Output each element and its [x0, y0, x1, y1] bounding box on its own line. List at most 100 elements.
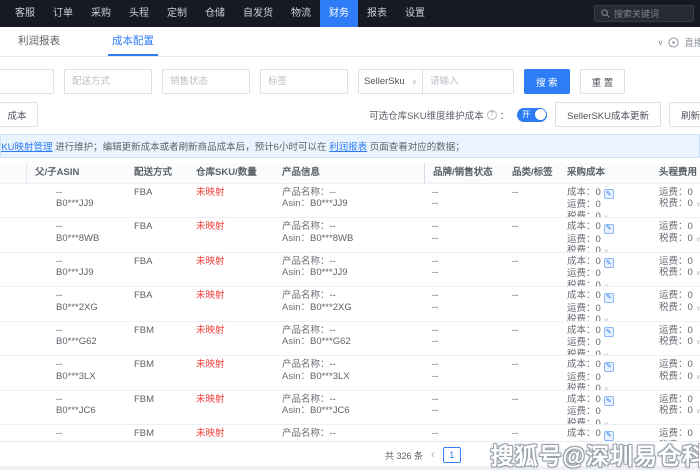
nav-item-warehouse[interactable]: 仓储: [196, 0, 234, 27]
cost-tax-value: 0: [595, 348, 601, 356]
page-number-1[interactable]: 1: [442, 447, 461, 463]
nav-item-procurement[interactable]: 采购: [82, 0, 120, 27]
sku-mapping-management-link[interactable]: SKU映射管理: [1, 139, 53, 153]
freight-label: 运费：: [659, 290, 688, 301]
chevron-down-icon[interactable]: ∨: [604, 317, 609, 321]
row-checkbox-cell: [0, 322, 26, 356]
delivery-method-value: FBA: [134, 221, 153, 232]
chevron-down-icon[interactable]: ∨: [604, 386, 609, 390]
chevron-down-icon[interactable]: ∨: [696, 201, 700, 208]
nav-item-first-leg[interactable]: 头程: [120, 0, 158, 27]
asin-cell: -- B0***JJ9: [26, 184, 126, 218]
purchase-cost-cell: 成本：0✎ 运费：0 税费：0∨: [559, 287, 651, 321]
product-name-value: --: [329, 324, 336, 336]
maintain-cost-button-cutoff[interactable]: 成本: [0, 102, 38, 127]
nav-item-settings[interactable]: 设置: [396, 0, 434, 27]
edit-cost-icon[interactable]: ✎: [603, 258, 614, 268]
nav-item-self-delivery[interactable]: 自发货: [234, 0, 282, 27]
cost-value: 0: [595, 324, 601, 336]
tab-profit-report[interactable]: 利润报表: [14, 26, 64, 56]
nav-item-finance[interactable]: 财务: [320, 0, 358, 27]
chevron-down-icon[interactable]: ∨: [658, 38, 664, 47]
chevron-down-icon[interactable]: ∨: [696, 236, 700, 243]
row-checkbox-cell: [0, 184, 26, 218]
col-header-parent-child-asin: 父/子ASIN: [26, 163, 126, 183]
brand-status-cell: -- --: [424, 322, 504, 356]
chevron-down-icon[interactable]: ∨: [604, 248, 609, 252]
chevron-down-icon: ∨: [411, 78, 417, 86]
unmapped-link[interactable]: 未映射: [196, 359, 225, 370]
filter-tag-input[interactable]: [260, 69, 348, 94]
cost-value: 0: [595, 290, 601, 301]
edit-cost-icon[interactable]: ✎: [603, 189, 614, 199]
edit-cost-icon[interactable]: ✎: [603, 292, 614, 303]
edit-cost-icon[interactable]: ✎: [603, 361, 614, 372]
nav-item-logistics[interactable]: 物流: [282, 0, 320, 27]
seller-sku-cost-update-button[interactable]: SellerSKU成本更新: [555, 102, 661, 127]
unmapped-link[interactable]: 未映射: [196, 428, 225, 439]
asin-label: Asin：: [282, 301, 310, 313]
edit-cost-icon[interactable]: ✎: [603, 223, 614, 234]
product-name-label: 产品名称：: [282, 186, 330, 198]
brand-value: --: [432, 324, 439, 336]
refresh-order-cost-button[interactable]: 刷新订单成本: [668, 102, 700, 127]
prev-page-arrow-icon[interactable]: ‹: [431, 449, 435, 461]
chevron-down-icon[interactable]: ∨: [696, 339, 700, 346]
total-count-text: 共 326 条: [385, 450, 424, 461]
edit-cost-icon[interactable]: ✎: [603, 396, 614, 406]
filter-delivery-method-input[interactable]: [64, 69, 152, 94]
unmapped-link[interactable]: 未映射: [196, 394, 225, 405]
cost-freight-value: 0: [595, 302, 601, 314]
reset-button[interactable]: 重 置: [579, 69, 626, 94]
tab-cost-configuration[interactable]: 成本配置: [108, 26, 158, 56]
chevron-down-icon[interactable]: ∨: [604, 421, 609, 425]
unmapped-link[interactable]: 未映射: [196, 187, 225, 198]
nav-item-orders[interactable]: 订单: [44, 0, 82, 27]
tax-label: 税费：: [659, 267, 688, 278]
chevron-down-icon[interactable]: ∨: [604, 352, 609, 356]
head-freight-value: 0: [687, 324, 693, 336]
chevron-down-icon[interactable]: ∨: [696, 374, 700, 381]
seller-sku-filter-group: SellerSku ∨: [358, 69, 514, 94]
cost-label: 成本：: [567, 255, 596, 267]
asin-cell: -- B0***G62: [26, 322, 126, 356]
nav-item-customer-service[interactable]: 客服: [6, 0, 44, 27]
filter-sales-status-input[interactable]: [162, 69, 250, 94]
head-freight-value: 0: [687, 186, 693, 198]
toggle-knob: [534, 109, 546, 120]
live-play-circle-icon[interactable]: [668, 36, 679, 48]
nav-item-reports[interactable]: 报表: [358, 0, 396, 27]
table-row: -- B0***2XG FBA 未映射 产品名称：-- Asin：B0***2X…: [0, 287, 700, 322]
chevron-down-icon[interactable]: ∨: [696, 408, 700, 415]
delivery-method-value: FBA: [134, 255, 153, 267]
seller-sku-keyword-input[interactable]: [422, 69, 514, 94]
chevron-down-icon[interactable]: ∨: [604, 283, 609, 287]
freight-label: 运费：: [659, 255, 688, 267]
help-question-icon[interactable]: ?: [486, 109, 497, 120]
filter-input-cutoff[interactable]: [0, 69, 54, 94]
category-value: --: [512, 186, 519, 198]
first-leg-fee-cell: 运费：0 税费：0∨: [651, 253, 700, 287]
delivery-method-cell: FBM: [126, 391, 188, 425]
chevron-down-icon[interactable]: ∨: [696, 305, 700, 312]
edit-cost-icon[interactable]: ✎: [603, 327, 614, 337]
warehouse-sku-toggle[interactable]: 开: [517, 107, 548, 122]
unmapped-link[interactable]: 未映射: [196, 290, 225, 301]
global-search-input[interactable]: 搜索关键词: [594, 5, 694, 22]
search-button[interactable]: 搜 索: [524, 69, 570, 94]
chevron-down-icon[interactable]: ∨: [604, 214, 609, 218]
delivery-method-cell: FBA: [126, 184, 188, 218]
tax-label: 税费：: [659, 405, 688, 416]
category-tag-cell: --: [504, 184, 559, 218]
freight-label: 运费：: [659, 393, 688, 405]
chevron-down-icon[interactable]: ∨: [696, 270, 700, 277]
seller-sku-select[interactable]: SellerSku ∨: [358, 69, 422, 94]
unmapped-link[interactable]: 未映射: [196, 256, 225, 267]
category-tag-cell: --: [504, 322, 559, 356]
nav-item-customization[interactable]: 定制: [158, 0, 196, 27]
unmapped-link[interactable]: 未映射: [196, 325, 225, 336]
profit-report-link[interactable]: 利润报表: [329, 142, 367, 153]
unmapped-link[interactable]: 未映射: [196, 221, 225, 232]
info-notice-bar: SKU映射管理 进行维护；编辑更新成本或者刷新商品成本后，预计6小时可以在 利润…: [0, 134, 700, 158]
live-stream-label[interactable]: 直播/: [684, 35, 700, 49]
